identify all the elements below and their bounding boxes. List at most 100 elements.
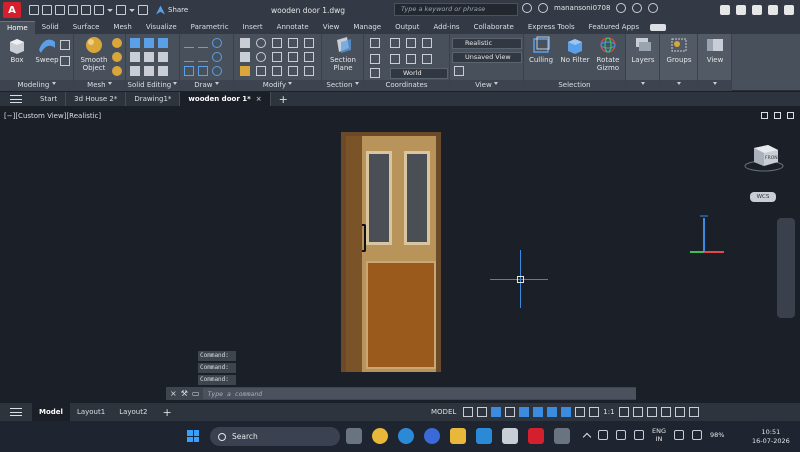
panel-title-groups[interactable]	[660, 80, 697, 91]
panel-title-draw[interactable]: Draw	[180, 80, 233, 91]
grid-icon[interactable]	[463, 407, 474, 417]
ucs-3point-icon[interactable]	[370, 68, 380, 78]
ribbon-tab-collaborate[interactable]: Collaborate	[467, 21, 521, 34]
drawing-viewport[interactable]: [−][Custom View][Realistic] FRONT WCS	[0, 106, 800, 403]
smooth-object-button[interactable]: Smooth Object	[76, 36, 112, 72]
scale-icon[interactable]	[288, 66, 298, 76]
panel-title-coordinates[interactable]: Coordinates	[364, 80, 449, 91]
ribbon-tab-view[interactable]: View	[316, 21, 347, 34]
workspace-icon[interactable]	[138, 5, 148, 15]
photos-icon[interactable]	[502, 428, 518, 444]
panel-title-view[interactable]: View	[450, 80, 523, 91]
viewport-close-icon[interactable]	[787, 112, 794, 119]
fillet-edge-icon[interactable]	[130, 66, 140, 76]
file-tab-3d-house-2[interactable]: 3d House 2*	[66, 92, 127, 106]
line-icon[interactable]	[184, 38, 194, 48]
taskbar-search[interactable]: Search	[210, 427, 340, 446]
ribbon-tab-insert[interactable]: Insert	[236, 21, 270, 34]
customize-wrench-icon[interactable]: ⚒	[181, 389, 188, 398]
new-tab-plus-icon[interactable]: +	[279, 93, 288, 106]
ribbon-tab-solid[interactable]: Solid	[35, 21, 66, 34]
ribbon-tab-mesh[interactable]: Mesh	[106, 21, 138, 34]
saved-view-combo[interactable]: Unsaved View	[452, 52, 522, 63]
layout-tab-layout2[interactable]: Layout2	[112, 403, 154, 421]
chrome-icon[interactable]	[372, 428, 388, 444]
language-indicator[interactable]: ENG IN	[652, 427, 666, 443]
fillet-icon[interactable]	[272, 66, 282, 76]
view-manager-icon[interactable]	[454, 66, 464, 76]
settings-icon[interactable]	[554, 428, 570, 444]
panel-title-section[interactable]: Section	[322, 80, 363, 91]
task-view-icon[interactable]	[346, 428, 362, 444]
isometric-drafting-icon[interactable]	[519, 407, 530, 417]
new-file-icon[interactable]	[29, 5, 39, 15]
customize-statusbar-icon[interactable]	[688, 407, 699, 417]
loft-icon[interactable]	[60, 56, 70, 66]
panel-title-view-big[interactable]	[698, 80, 731, 91]
polyline-icon[interactable]	[198, 38, 208, 48]
rotate-gizmo-button[interactable]: Rotate Gizmo	[592, 36, 624, 72]
trim-icon[interactable]	[288, 38, 298, 48]
isolate-objects-icon[interactable]	[646, 407, 657, 417]
spline-icon[interactable]	[184, 52, 194, 62]
snap-mode-icon[interactable]	[477, 407, 488, 417]
redo-dropdown-icon[interactable]	[129, 8, 135, 15]
ribbon-tab-manage[interactable]: Manage	[346, 21, 388, 34]
extrude-icon[interactable]	[60, 40, 70, 50]
ucs-origin-icon[interactable]	[406, 38, 416, 48]
cart-icon[interactable]	[616, 3, 627, 13]
panel-title-solid-editing[interactable]: Solid Editing	[126, 80, 179, 91]
mirror-icon[interactable]	[272, 52, 282, 62]
wcs-menu[interactable]: WCS	[750, 192, 776, 202]
object-snap-tracking-icon[interactable]	[533, 407, 544, 417]
object-snap-icon[interactable]	[547, 407, 558, 417]
dynamic-ucs-icon[interactable]	[561, 407, 572, 417]
cloud-icon[interactable]	[598, 430, 608, 440]
panel-title-selection[interactable]: Selection	[524, 80, 625, 91]
camera-icon[interactable]	[736, 5, 746, 15]
ribbon-minimize-toggle[interactable]	[650, 24, 667, 31]
mesh-smooth-icon[interactable]	[112, 38, 122, 48]
ribbon-tab-surface[interactable]: Surface	[66, 21, 107, 34]
zoom-icon[interactable]	[424, 428, 440, 444]
polar-tracking-icon[interactable]	[505, 407, 516, 417]
ribbon-tab-featured-apps[interactable]: Featured Apps	[582, 21, 646, 34]
redo-icon[interactable]	[116, 5, 126, 15]
volume-icon[interactable]	[692, 430, 703, 440]
autocad-logo[interactable]: A	[3, 2, 21, 18]
wifi-icon[interactable]	[674, 430, 685, 440]
intersect-icon[interactable]	[158, 38, 168, 48]
annotation-visibility-icon[interactable]	[575, 407, 586, 417]
paint-brush-icon[interactable]	[240, 66, 250, 76]
view-button[interactable]: View	[700, 36, 730, 64]
network-icon[interactable]	[632, 3, 643, 13]
stretch-icon[interactable]	[240, 52, 250, 62]
shell-icon[interactable]	[144, 66, 154, 76]
ellipse-icon[interactable]	[212, 66, 222, 76]
undo-icon[interactable]	[94, 5, 104, 15]
rectangle-icon[interactable]	[198, 66, 208, 76]
viewport-controls-label[interactable]: [−][Custom View][Realistic]	[4, 112, 101, 120]
mic-icon[interactable]	[634, 430, 644, 440]
align-icon[interactable]	[256, 66, 266, 76]
ribbon-tab-visualize[interactable]: Visualize	[139, 21, 184, 34]
layers-button[interactable]: Layers	[628, 36, 658, 64]
gear-icon[interactable]	[784, 5, 794, 15]
help-search-input[interactable]: Type a keyword or phrase	[394, 3, 518, 16]
ucs-zaxis-icon[interactable]	[422, 38, 432, 48]
construction-line-icon[interactable]	[198, 52, 208, 62]
windows-start-icon[interactable]	[187, 430, 199, 442]
plus-icon[interactable]	[632, 407, 643, 417]
ucs-z-icon[interactable]	[422, 54, 432, 64]
new-layout-plus-icon[interactable]: +	[162, 406, 171, 419]
open-folder-icon[interactable]	[42, 5, 52, 15]
groups-button[interactable]: Groups	[664, 36, 694, 64]
ribbon-tab-express-tools[interactable]: Express Tools	[521, 21, 582, 34]
layout-menu-icon[interactable]	[10, 408, 22, 416]
ribbon-tab-home[interactable]: Home	[0, 21, 35, 34]
union-icon[interactable]	[130, 38, 140, 48]
ucs-combo[interactable]: World	[390, 68, 448, 79]
share-button[interactable]: Share	[156, 5, 188, 15]
file-tab-wooden-door-1[interactable]: wooden door 1* ×	[180, 92, 271, 106]
mail-icon[interactable]	[476, 428, 492, 444]
